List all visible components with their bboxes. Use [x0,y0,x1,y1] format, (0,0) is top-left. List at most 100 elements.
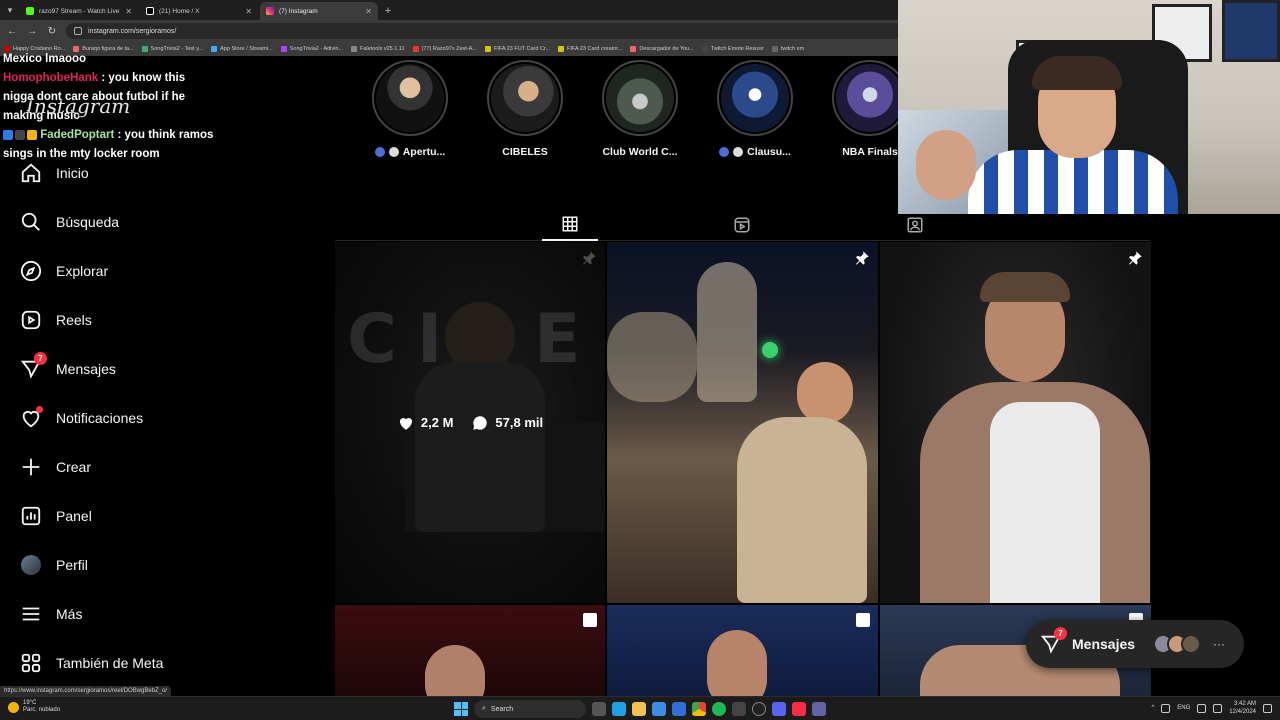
url-text: instagram.com/sergioramos/ [88,27,177,35]
home-icon [20,162,42,184]
heart-filled-icon [399,417,412,430]
tab-posts[interactable] [542,209,598,241]
discord-icon[interactable] [772,702,786,716]
mail-icon[interactable] [672,702,686,716]
reload-icon[interactable]: ↻ [46,26,58,37]
taskbar-apps: ⌕ Search [454,700,826,718]
bookmark-label: FIFA 23 Card creator... [567,46,623,52]
post-tile[interactable] [607,605,878,696]
site-info-icon[interactable] [74,27,82,35]
heart-icon [20,406,43,429]
bookmark-label: App Store / Streami... [220,46,273,52]
new-tab-button[interactable]: + [380,2,396,20]
chat-text: Mexico lmaooo [3,53,87,65]
sidebar-item-label: Notificaciones [56,410,144,426]
story-label: Club World C... [602,146,677,158]
task-view-icon[interactable] [592,702,606,716]
chat-badges [3,129,37,140]
edge-icon[interactable] [612,702,626,716]
sidebar-item-explorar[interactable]: Explorar [20,256,108,286]
sidebar-item-meta[interactable]: También de Meta [20,648,163,678]
sidebar-item-mas[interactable]: Más [20,599,82,629]
bookmark-item[interactable]: Twitch Emote Resizer [701,46,764,52]
tray-chevron-icon[interactable]: ^ [1151,705,1154,711]
volume-icon[interactable] [1197,703,1207,713]
clock[interactable]: 3:42 AM 12/4/2024 [1229,700,1256,716]
kick-favicon-icon [26,7,34,15]
file-explorer-icon[interactable] [632,702,646,716]
bookmark-item[interactable]: Descargador de You... [630,46,694,52]
bookmark-item[interactable]: Faletools v25.1.11 [351,46,405,52]
browser-tab-x[interactable]: (21) Home / X ✕ [140,2,258,20]
story-label-text: Apertu... [402,146,446,158]
language-indicator[interactable]: ENG [1177,705,1190,711]
story-label: NBA Finals [842,146,898,158]
unread-badge: 7 [34,352,47,365]
close-tab-icon[interactable]: ✕ [245,7,252,16]
post-tile[interactable] [880,242,1151,603]
bookmark-item[interactable]: SongTrivia2 - Adivin... [280,46,344,52]
bookmark-item[interactable]: App Store / Streami... [211,46,273,52]
bookmark-label: Faletools v25.1.11 [360,46,405,52]
messages-floating-button[interactable]: 7 Mensajes ··· [1026,620,1244,668]
post-hover-overlay: 2,2 M 57,8 mil [335,242,605,603]
weather-desc: Parc. nublado [23,707,61,713]
grid-icon [20,652,42,674]
story-highlight[interactable]: Clausu... [705,60,805,158]
browser-tab-instagram[interactable]: (7) Instagram ✕ [260,2,378,20]
carousel-icon [856,613,870,627]
battery-icon[interactable] [1213,703,1223,713]
sidebar-item-reels[interactable]: Reels [20,305,92,335]
bookmark-label: (77) Razo97s Zest-A... [421,46,477,52]
sidebar-item-busqueda[interactable]: Búsqueda [20,207,119,237]
bookmark-label: SongTrivia2 - Adivin... [289,46,344,52]
music-icon[interactable] [792,702,806,716]
sidebar-item-panel[interactable]: Panel [20,501,92,531]
instagram-favicon-icon [266,7,274,15]
windows-start-icon[interactable] [454,702,468,716]
tab-reels[interactable] [714,209,770,241]
likes-stat: 2,2 M [397,414,454,432]
story-highlight[interactable]: CIBELES [475,60,575,158]
sidebar-item-mensajes[interactable]: 7 Mensajes [20,352,116,384]
person-hair-shape [980,272,1070,302]
person-head-shape [707,630,767,696]
more-icon[interactable]: ··· [1213,637,1225,651]
sidebar-item-notificaciones[interactable]: Notificaciones [20,403,143,433]
teams-icon[interactable] [812,702,826,716]
sidebar-item-crear[interactable]: Crear [20,452,91,482]
person-head-shape [797,362,853,424]
likes-count: 2,2 M [420,415,454,430]
weather-widget[interactable]: 19°C Parc. nublado [8,700,60,714]
story-label-text: NBA Finals [842,146,898,158]
app-icon[interactable] [732,702,746,716]
spotify-icon[interactable] [712,702,726,716]
messenger-icon: 7 [1040,627,1067,655]
back-icon[interactable]: ← [6,26,18,37]
notifications-icon[interactable] [1263,703,1272,713]
url-field[interactable]: instagram.com/sergioramos/ [66,23,946,39]
obs-icon[interactable] [752,702,766,716]
forward-icon[interactable]: → [26,26,38,37]
close-tab-icon[interactable]: ✕ [365,7,372,16]
bookmark-item[interactable]: twitch em [772,46,804,52]
network-icon[interactable] [1161,703,1171,713]
post-tile[interactable]: CIBELES 2,2 M 57,8 mil [335,242,605,603]
bookmark-item[interactable]: (77) Razo97s Zest-A... [412,46,477,52]
close-tab-icon[interactable]: ✕ [125,7,132,16]
story-highlight[interactable]: Apertu... [360,60,460,158]
browser-tab-kick[interactable]: razo97 Stream - Watch Live on ✕ [20,2,138,20]
weather-text: 19°C Parc. nublado [23,700,60,714]
taskbar-search[interactable]: ⌕ Search [474,700,586,718]
post-tile[interactable] [335,605,605,696]
bookmark-item[interactable]: FIFA 23 Card creator... [558,46,622,52]
chrome-icon[interactable] [692,702,706,716]
store-icon[interactable] [652,702,666,716]
story-highlight[interactable]: Club World C... [590,60,690,158]
post-tile[interactable] [607,242,878,603]
sidebar-item-perfil[interactable]: Perfil [20,550,88,580]
story-label-text: Club World C... [602,146,678,158]
bookmark-item[interactable]: FIFA 23 FUT Card Cr... [484,46,550,52]
tab-search-icon[interactable]: ▾ [0,0,20,20]
bookmark-favicon-icon [558,46,565,52]
